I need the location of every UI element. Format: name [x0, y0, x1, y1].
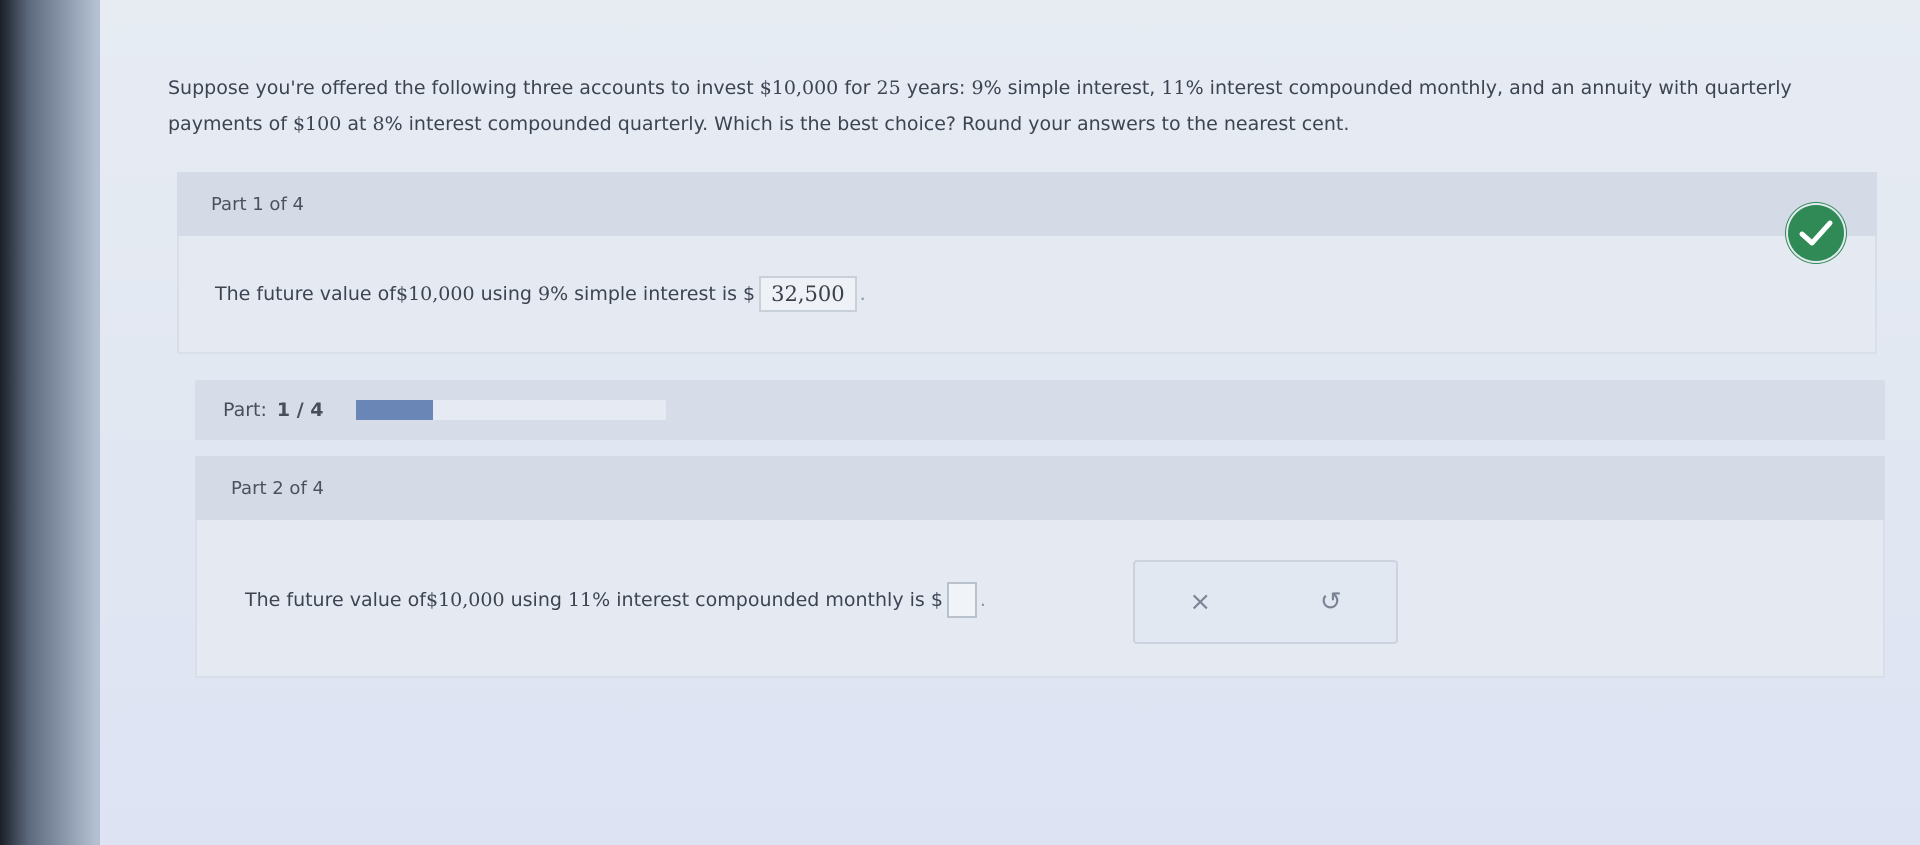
part-1-text-suffix: % simple interest is $: [550, 283, 756, 305]
part-1-amount: $10,000: [395, 283, 475, 305]
answer-tools: × ↺: [1133, 560, 1398, 644]
part-2-header-label: Part 2 of 4: [231, 477, 324, 499]
part-1-block: Part 1 of 4 The future value of $10,000 …: [177, 172, 1877, 354]
progress-fill: [355, 400, 434, 420]
part-1-header: Part 1 of 4: [177, 172, 1877, 236]
undo-icon[interactable]: ↺: [1291, 587, 1371, 617]
part-2-block: Part 2 of 4 The future value of $10,000 …: [195, 456, 1885, 678]
part-1-trailing-period: .: [859, 283, 866, 305]
question-text-segment: % simple interest,: [983, 77, 1162, 99]
question-text: Suppose you're offered the following thr…: [168, 70, 1848, 142]
part-2-text-mid: using: [504, 589, 568, 611]
part-1-statement: The future value of $10,000 using 9 % si…: [215, 276, 866, 312]
part-2-body: The future value of $10,000 using 11 % i…: [195, 520, 1885, 678]
question-number: 11: [1161, 77, 1186, 99]
part-progress: Part: 1 / 4: [195, 380, 1885, 440]
part-1-rate: 9: [537, 283, 551, 305]
part-2-trailing-period: .: [979, 589, 986, 611]
close-icon[interactable]: ×: [1160, 587, 1240, 617]
part-2-answer-field[interactable]: [946, 582, 977, 618]
part-2-text-prefix: The future value of: [245, 589, 426, 611]
check-glyph: [1799, 220, 1833, 246]
part-1-answer-field[interactable]: 32,500: [759, 276, 857, 312]
question-number: $100: [292, 113, 342, 135]
part-1-text-prefix: The future value of: [215, 283, 396, 305]
question-text-segment: % interest compounded quarterly. Which i…: [384, 113, 1350, 135]
progress-label: Part:: [223, 399, 267, 421]
question-number: 25: [876, 77, 901, 99]
part-2-amount: $10,000: [425, 589, 505, 611]
part-1-text-mid: using: [474, 283, 538, 305]
progress-track: [355, 400, 666, 420]
part-2-rate: 11: [567, 589, 593, 611]
question-text-segment: for: [838, 77, 877, 99]
progress-value: 1 / 4: [276, 399, 324, 421]
part-2-statement: The future value of $10,000 using 11 % i…: [245, 582, 986, 618]
question-number: 9: [971, 77, 984, 99]
question-number: $10,000: [759, 77, 839, 99]
question-text-segment: years:: [900, 77, 972, 99]
part-2-text-suffix: % interest compounded monthly is $: [592, 589, 943, 611]
part-1-body: The future value of $10,000 using 9 % si…: [177, 236, 1877, 354]
part-1-header-label: Part 1 of 4: [211, 193, 304, 215]
question-number: 8: [372, 113, 385, 135]
part-2-header: Part 2 of 4: [195, 456, 1885, 520]
question-text-segment: at: [341, 113, 373, 135]
question-text-segment: Suppose you're offered the following thr…: [168, 77, 760, 99]
check-icon: [1788, 205, 1844, 261]
